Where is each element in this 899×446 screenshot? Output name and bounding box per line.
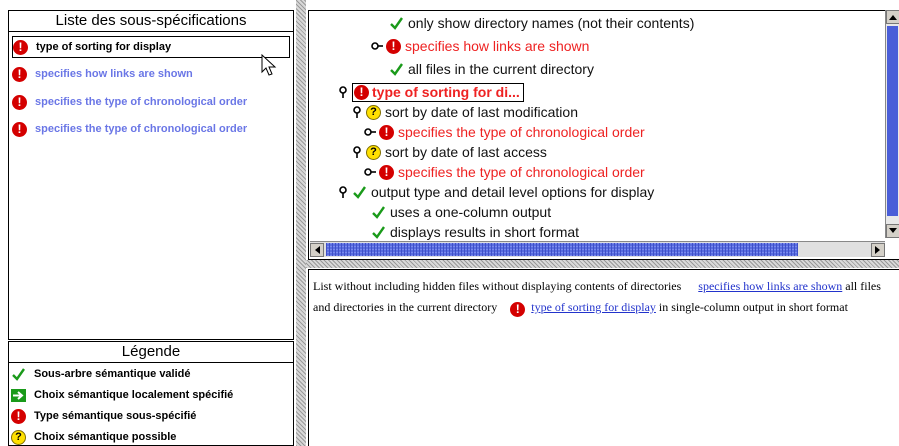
description-text: List without including hidden files with…: [313, 279, 682, 293]
legend-label: Choix sémantique possible: [34, 431, 177, 443]
left-pane: Liste des sous-spécifications ! type of …: [0, 0, 296, 446]
subspec-item-label: type of sorting for display: [36, 41, 172, 53]
underspecified-icon: !: [12, 94, 27, 110]
link-specifies-links[interactable]: specifies how links are shown: [698, 279, 842, 293]
arrow-right-icon: [875, 246, 880, 254]
subspec-item-links[interactable]: ! specifies how links are shown: [12, 63, 193, 85]
arrow-right-icon: [11, 388, 26, 402]
expanded-toggle-icon[interactable]: [337, 86, 349, 98]
tree-row[interactable]: ? sort by date of last modification: [351, 102, 578, 122]
collapsed-toggle-icon[interactable]: [371, 40, 383, 52]
legend-item-validated: Sous-arbre sémantique validé: [11, 365, 191, 383]
legend-item-local-choice: Choix sémantique localement spécifié: [11, 386, 233, 404]
legend-label: Sous-arbre sémantique validé: [34, 368, 191, 380]
scroll-right-button[interactable]: [871, 243, 885, 257]
check-icon: [390, 62, 403, 76]
semantic-tree-view: only show directory names (not their con…: [308, 10, 899, 260]
tree-row-label: sort by date of last access: [385, 144, 547, 160]
underspecified-icon: !: [379, 164, 394, 180]
scroll-left-button[interactable]: [310, 243, 324, 257]
horizontal-scroll-thumb[interactable]: [326, 243, 798, 256]
tree-vertical-scrollbar[interactable]: [885, 10, 899, 238]
tree-row[interactable]: only show directory names (not their con…: [389, 13, 694, 33]
legend-label: Type sémantique sous-spécifié: [34, 410, 197, 422]
subspec-item-label: specifies the type of chronological orde…: [35, 96, 248, 108]
legend-panel: Légende Sous-arbre sémantique validé Cho…: [8, 341, 294, 446]
legend-label: Choix sémantique localement spécifié: [34, 389, 234, 401]
tree-row-label: sort by date of last modification: [385, 104, 578, 120]
possible-choice-icon: ?: [366, 104, 381, 120]
horizontal-splitter[interactable]: [306, 260, 899, 268]
tree-row-focused[interactable]: ! type of sorting for di...: [337, 82, 524, 102]
tree-row[interactable]: ! specifies the type of chronological or…: [364, 162, 645, 182]
tree-row-label: uses a one-column output: [390, 204, 552, 220]
scroll-down-button[interactable]: [886, 224, 899, 238]
check-icon: [372, 225, 385, 239]
underspecified-icon: !: [13, 39, 28, 55]
underspecified-icon: !: [386, 38, 401, 54]
tree-row-label: specifies the type of chronological orde…: [398, 164, 645, 180]
check-icon: [372, 205, 385, 219]
expanded-toggle-icon[interactable]: [351, 146, 363, 158]
mouse-cursor-icon: [261, 54, 277, 76]
vertical-scroll-thumb[interactable]: [887, 26, 898, 216]
subspec-item-label: specifies the type of chronological orde…: [35, 123, 248, 135]
underspecified-icon: !: [354, 84, 369, 100]
arrow-left-icon: [315, 246, 320, 254]
tree-row-label: displays results in short format: [390, 224, 580, 240]
tree-row[interactable]: ! specifies how links are shown: [371, 36, 589, 56]
scroll-up-button[interactable]: [886, 10, 899, 24]
collapsed-toggle-icon[interactable]: [364, 166, 376, 178]
underspecified-icon: !: [12, 121, 27, 137]
legend-item-underspecified: ! Type sémantique sous-spécifié: [11, 407, 196, 425]
tree-row-label: type of sorting for di...: [372, 84, 520, 100]
collapsed-toggle-icon[interactable]: [364, 126, 376, 138]
subspec-item-chrono-2[interactable]: ! specifies the type of chronological or…: [12, 118, 247, 140]
tree-row-label: specifies the type of chronological orde…: [398, 124, 645, 140]
possible-choice-icon: ?: [11, 429, 26, 445]
arrow-up-icon: [889, 15, 897, 20]
tree-row-label: only show directory names (not their con…: [408, 15, 695, 31]
subspec-item-label: specifies how links are shown: [35, 68, 193, 80]
expanded-toggle-icon[interactable]: [351, 106, 363, 118]
check-icon: [390, 16, 403, 30]
possible-choice-icon: ?: [366, 144, 381, 160]
tree-row[interactable]: displays results in short format: [371, 222, 579, 242]
tree-row[interactable]: output type and detail level options for…: [337, 182, 654, 202]
link-type-of-sorting[interactable]: type of sorting for display: [531, 300, 656, 314]
subspec-list-panel: Liste des sous-spécifications ! type of …: [8, 10, 294, 340]
legend-title: Légende: [9, 342, 293, 363]
expanded-toggle-icon[interactable]: [337, 186, 349, 198]
underspecified-icon: !: [510, 302, 526, 317]
underspecified-icon: !: [12, 66, 27, 82]
tree-row-label: specifies how links are shown: [405, 38, 590, 54]
tree-row[interactable]: ? sort by date of last access: [351, 142, 547, 162]
legend-item-possible: ? Choix sémantique possible: [11, 428, 176, 446]
description-pane: List without including hidden files with…: [308, 269, 899, 446]
tree-row[interactable]: ! specifies the type of chronological or…: [364, 122, 645, 142]
tree-horizontal-scrollbar[interactable]: [310, 241, 885, 257]
subspec-item-sorting[interactable]: ! type of sorting for display: [12, 36, 290, 58]
tree-row-label: all files in the current directory: [408, 61, 594, 77]
underspecified-icon: !: [11, 408, 26, 424]
description-text: in single-column output in short format: [658, 300, 848, 314]
subspec-item-chrono-1[interactable]: ! specifies the type of chronological or…: [12, 91, 247, 113]
arrow-down-icon: [889, 228, 897, 233]
subspec-list-title: Liste des sous-spécifications: [9, 11, 293, 32]
tree-row-label: output type and detail level options for…: [371, 184, 655, 200]
tree-row[interactable]: all files in the current directory: [389, 59, 594, 79]
underspecified-icon: !: [379, 124, 394, 140]
tree-row[interactable]: uses a one-column output: [371, 202, 551, 222]
check-icon: [12, 367, 25, 381]
vertical-splitter[interactable]: [296, 0, 306, 446]
check-icon: [353, 185, 366, 199]
focused-node[interactable]: ! type of sorting for di...: [352, 82, 524, 102]
